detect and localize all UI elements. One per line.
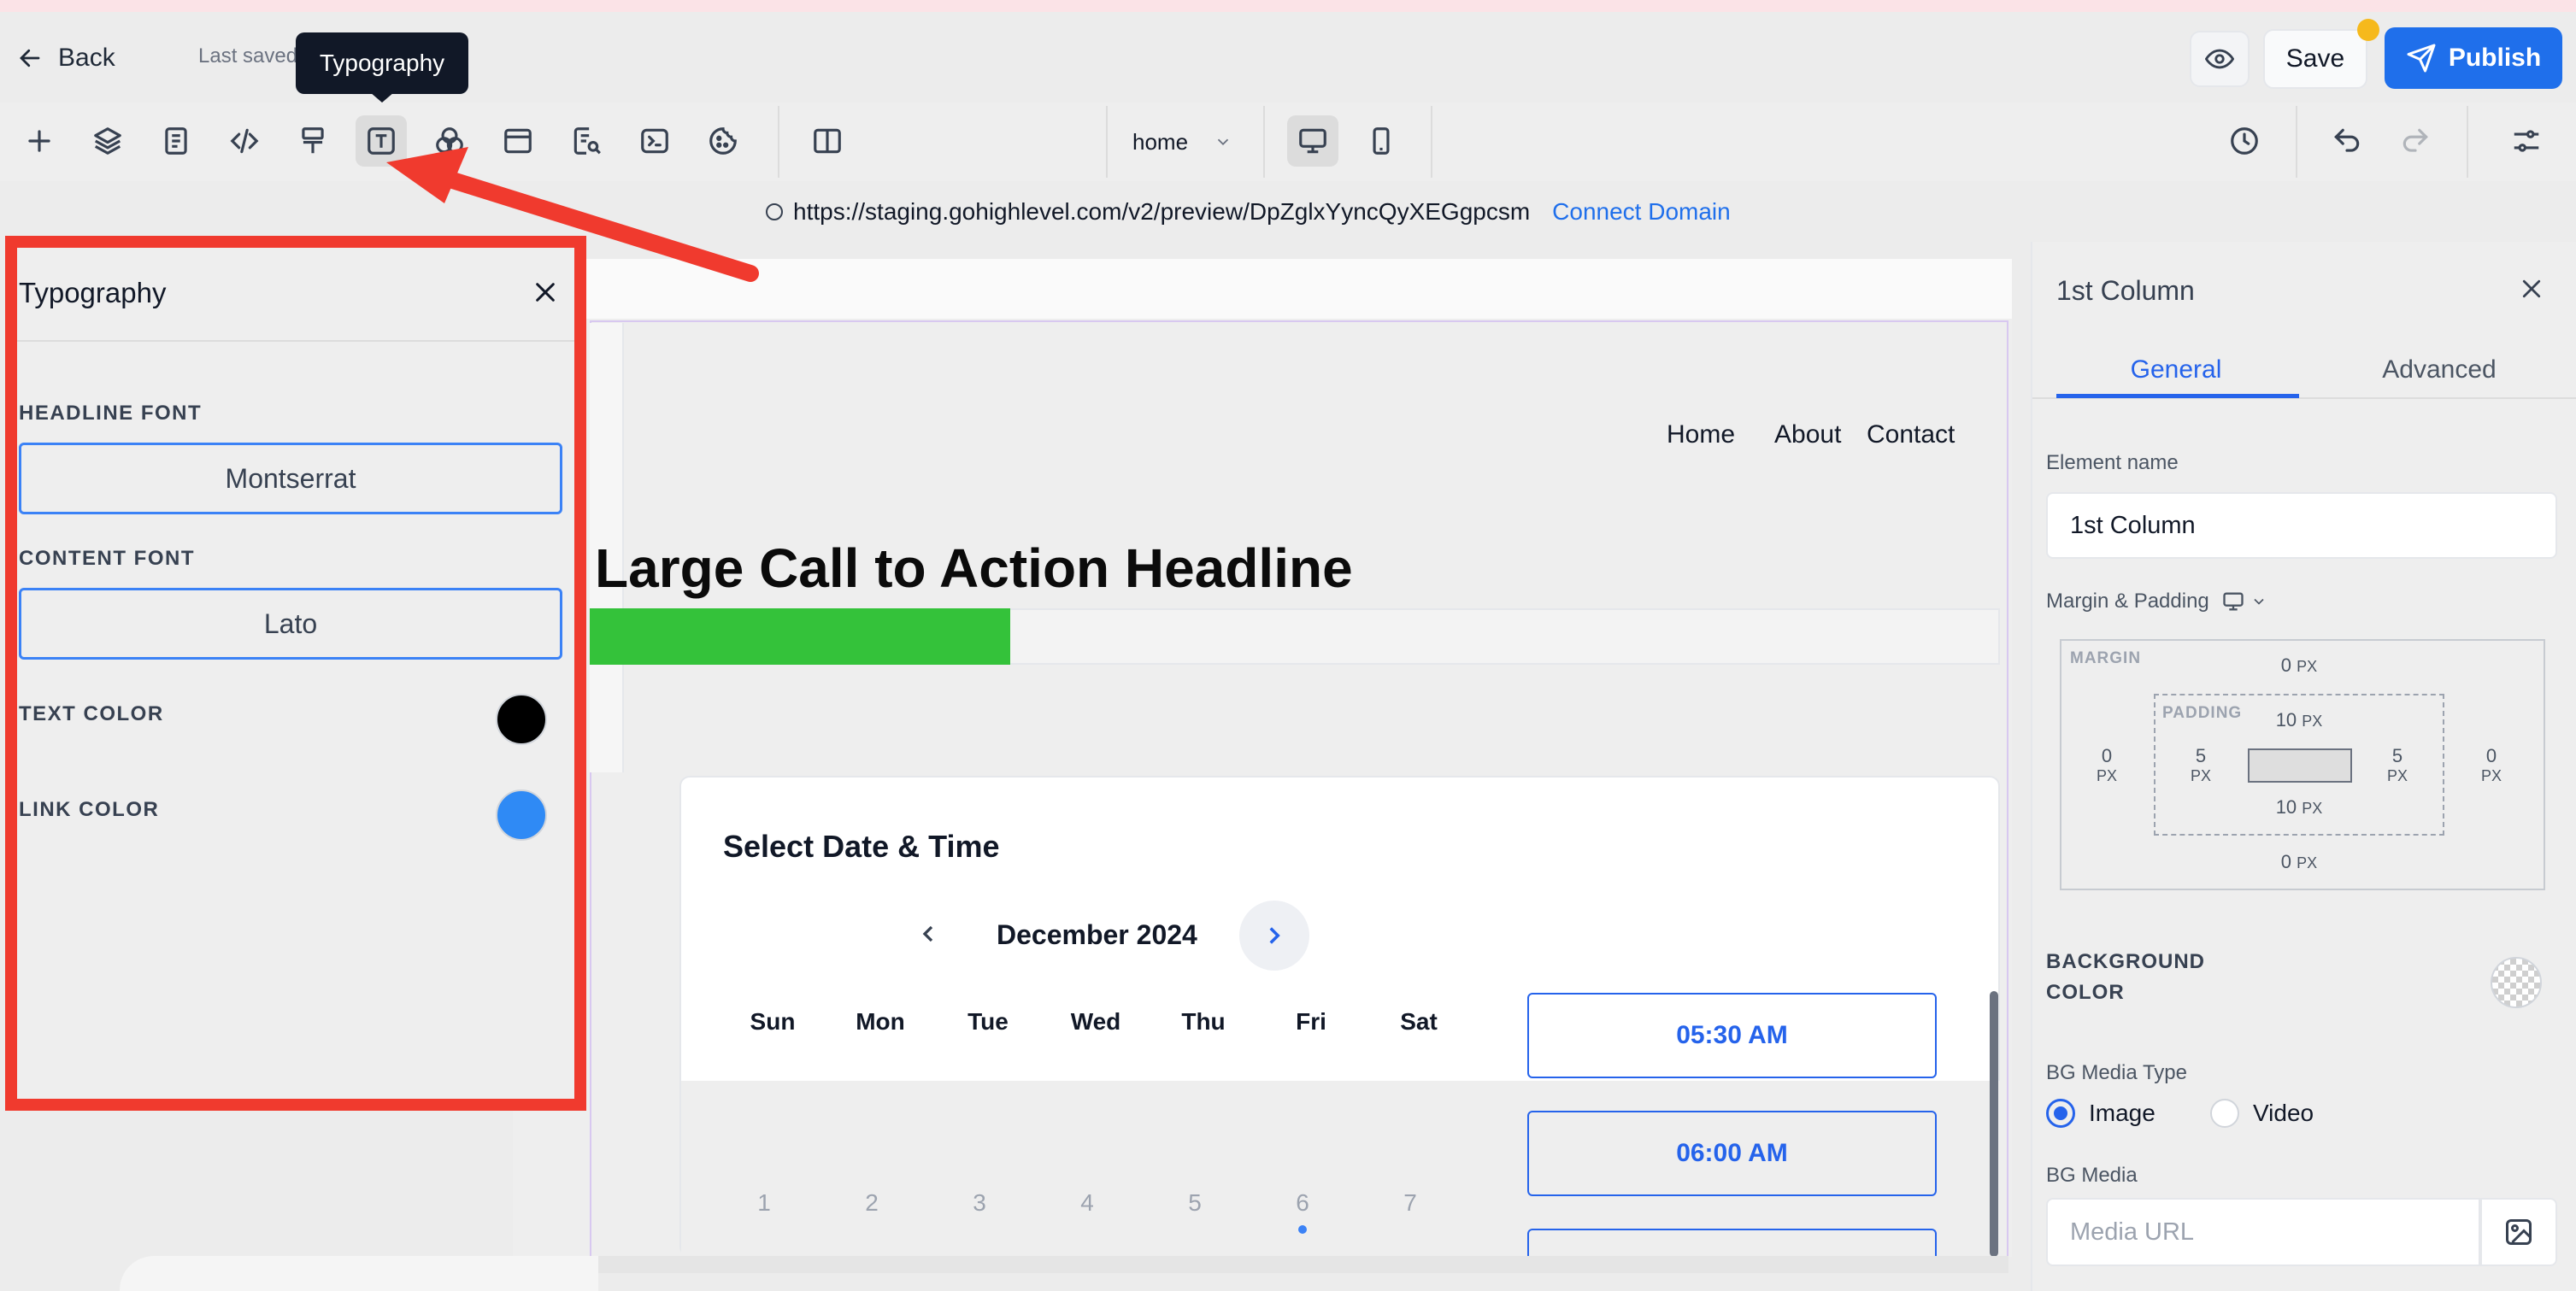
padding-top-value[interactable]: 10 PX bbox=[2265, 709, 2333, 731]
background-color-label: BACKGROUND COLOR bbox=[2046, 950, 2205, 1004]
margin-right-value[interactable]: 0 PX bbox=[2470, 745, 2513, 786]
radio-unselected-icon bbox=[2210, 1099, 2239, 1128]
padding-left-value[interactable]: 5 PX bbox=[2179, 745, 2222, 786]
media-picker-button[interactable] bbox=[2480, 1198, 2557, 1266]
monitor-icon bbox=[2221, 590, 2245, 613]
margin-label: MARGIN bbox=[2070, 649, 2142, 667]
tab-advanced[interactable]: Advanced bbox=[2318, 355, 2561, 384]
margin-bottom-value[interactable]: 0 PX bbox=[2265, 851, 2333, 873]
padding-label: PADDING bbox=[2162, 704, 2243, 722]
tab-general[interactable]: General bbox=[2055, 355, 2297, 384]
radio-video[interactable]: Video bbox=[2210, 1099, 2314, 1128]
padding-bottom-value[interactable]: 10 PX bbox=[2265, 796, 2333, 819]
radio-selected-icon bbox=[2046, 1099, 2075, 1128]
radio-image[interactable]: Image bbox=[2046, 1099, 2155, 1128]
element-name-input[interactable]: 1st Column bbox=[2046, 492, 2557, 559]
media-url-input[interactable]: Media URL bbox=[2046, 1198, 2480, 1266]
margin-padding-label[interactable]: Margin & Padding bbox=[2046, 590, 2267, 613]
background-color-swatch[interactable] bbox=[2491, 957, 2542, 1008]
margin-top-value[interactable]: 0 PX bbox=[2265, 654, 2333, 677]
image-icon bbox=[2503, 1217, 2534, 1247]
right-panel-title: 1st Column bbox=[2056, 275, 2195, 306]
bg-media-type-label: BG Media Type bbox=[2046, 1061, 2187, 1084]
content-box bbox=[2248, 748, 2352, 783]
element-name-label: Element name bbox=[2046, 451, 2179, 474]
general-tab-underline bbox=[2056, 394, 2299, 398]
close-right-panel-button[interactable] bbox=[2513, 270, 2550, 308]
margin-left-value[interactable]: 0 PX bbox=[2085, 745, 2128, 786]
chevron-down-icon bbox=[2250, 593, 2267, 610]
padding-right-value[interactable]: 5 PX bbox=[2376, 745, 2419, 786]
bg-media-label: BG Media bbox=[2046, 1164, 2138, 1187]
close-icon bbox=[2519, 276, 2544, 302]
